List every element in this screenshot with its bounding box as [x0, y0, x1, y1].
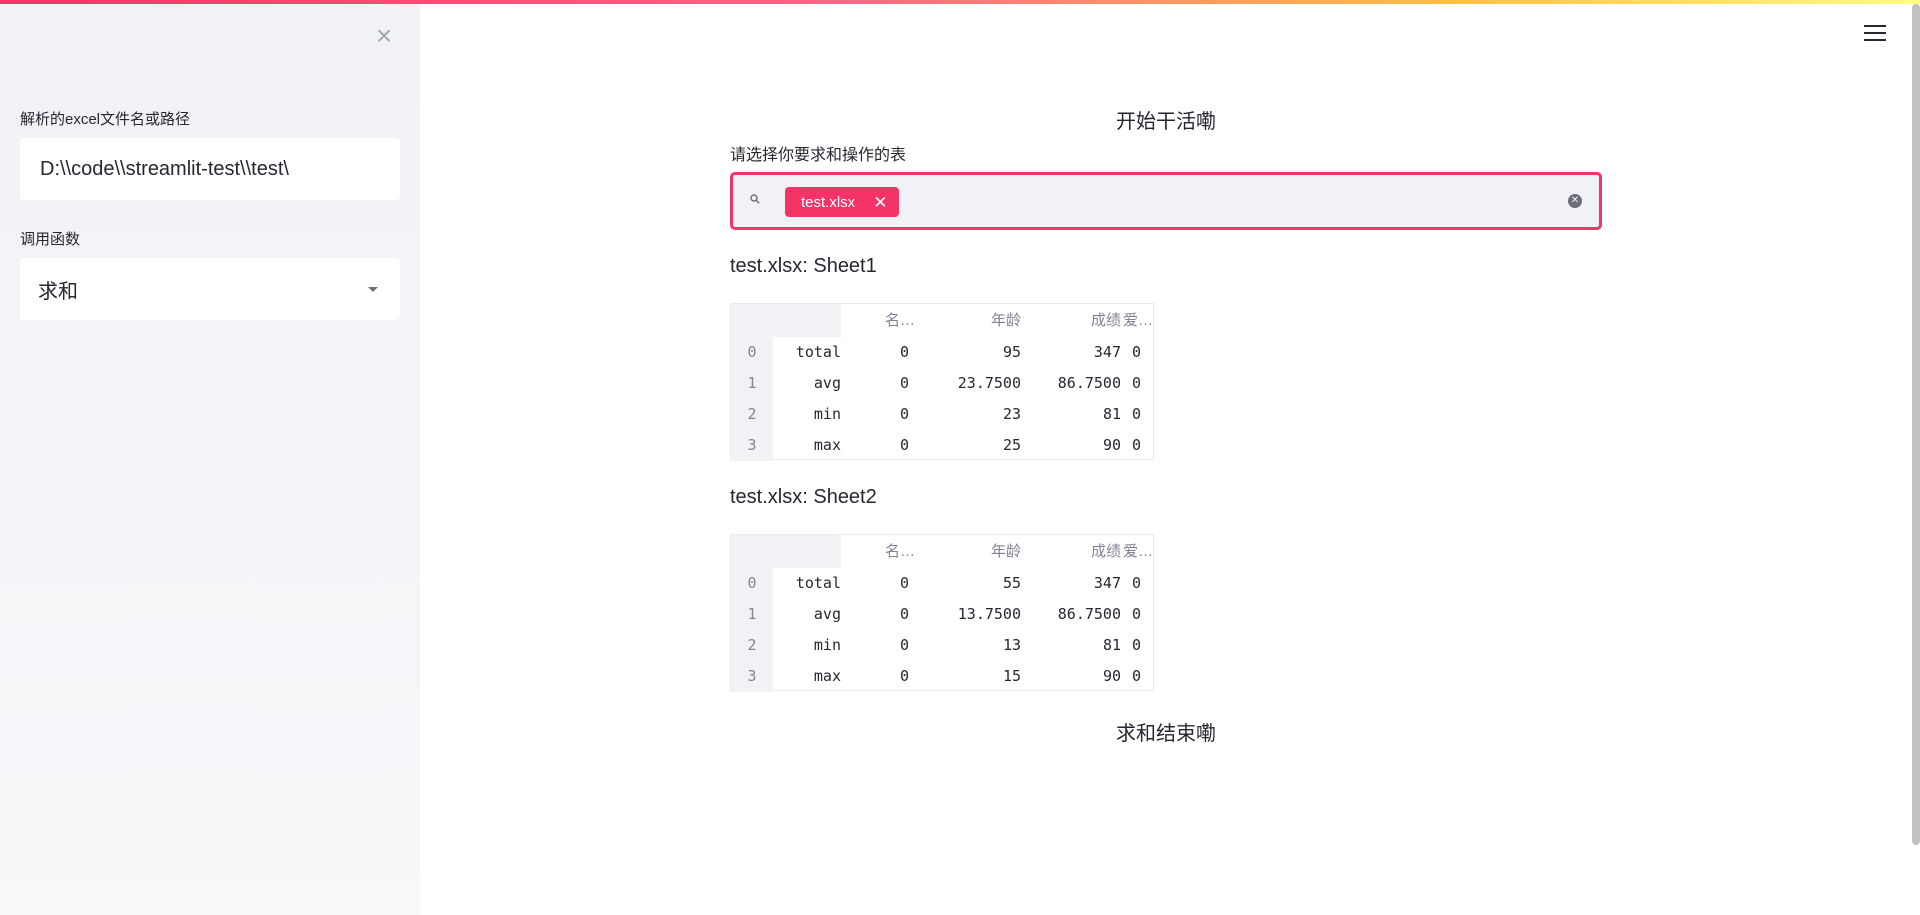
table-cell: 90	[1102, 667, 1121, 685]
sheet-title: test.xlsx: Sheet2	[730, 486, 877, 508]
table-cell: min	[813, 405, 841, 423]
row-index: 0	[731, 568, 773, 599]
file-path-input[interactable]: D:\\code\\streamlit-test\\test\	[20, 138, 400, 200]
row-index: 0	[731, 337, 773, 368]
table-cell: 0	[899, 405, 909, 423]
file-path-label: 解析的excel文件名或路径	[20, 111, 191, 128]
table-cell: 95	[1002, 343, 1021, 361]
table-cell: total	[795, 574, 841, 592]
table-cell: 90	[1102, 436, 1121, 454]
column-header[interactable]: 成绩	[1021, 304, 1121, 337]
table-cell: 0	[899, 436, 909, 454]
chevron-down-icon	[368, 286, 378, 292]
table-row: 2 min 0 23 81 0	[731, 399, 1153, 430]
table-cell: 13.7500	[957, 605, 1021, 623]
sidebar: × 解析的excel文件名或路径 D:\\code\\streamlit-tes…	[0, 4, 420, 915]
dataframe-header: 名… 年龄 成绩 爱…	[731, 304, 1153, 337]
table-cell: 86.7500	[1057, 374, 1121, 392]
selected-tag-label: test.xlsx	[801, 193, 856, 211]
column-header[interactable]: 成绩	[1021, 535, 1121, 568]
table-row: 0 total 0 95 347 0	[731, 337, 1153, 368]
table-cell: 347	[1093, 343, 1121, 361]
table-cell: 0	[1131, 405, 1141, 423]
row-index: 2	[731, 630, 773, 661]
dataframe[interactable]: 名… 年龄 成绩 爱… 0 total 0 55 347 0 1 avg 0 1…	[730, 534, 1154, 692]
remove-tag-icon[interactable]: ✕	[873, 194, 887, 211]
selected-tag[interactable]: test.xlsx ✕	[785, 187, 900, 217]
file-path-value: D:\\code\\streamlit-test\\test\	[40, 157, 289, 180]
start-heading: 开始干活嘞	[1116, 111, 1216, 133]
table-row: 3 max 0 25 90 0	[731, 430, 1153, 461]
table-cell: 23	[1002, 405, 1021, 423]
table-cell: min	[813, 636, 841, 654]
table-cell: 0	[1131, 436, 1141, 454]
table-cell: 55	[1002, 574, 1021, 592]
column-header[interactable]: 爱…	[1121, 304, 1153, 337]
row-index: 3	[731, 430, 773, 461]
row-index: 2	[731, 399, 773, 430]
column-header[interactable]: 年龄	[921, 535, 1021, 568]
table-cell: 0	[899, 374, 909, 392]
sheet-title: test.xlsx: Sheet1	[730, 255, 877, 277]
column-header[interactable]: 爱…	[1121, 535, 1153, 568]
close-icon[interactable]: ×	[372, 22, 396, 50]
table-cell: avg	[813, 374, 841, 392]
table-cell: 0	[1131, 374, 1141, 392]
table-row: 3 max 0 15 90 0	[731, 661, 1153, 692]
table-cell: 0	[1131, 605, 1141, 623]
column-header[interactable]: 名…	[841, 535, 921, 568]
table-select-label: 请选择你要求和操作的表	[730, 147, 907, 164]
row-index: 1	[731, 599, 773, 630]
table-multiselect[interactable]: test.xlsx ✕ ✕	[730, 172, 1602, 230]
scrollbar[interactable]	[1912, 4, 1920, 845]
table-cell: 23.7500	[957, 374, 1021, 392]
table-cell: avg	[813, 605, 841, 623]
function-select-value: 求和	[38, 280, 78, 303]
table-row: 1 avg 0 23.7500 86.7500 0	[731, 368, 1153, 399]
menu-icon[interactable]	[1864, 22, 1886, 44]
search-icon	[750, 194, 760, 204]
column-header[interactable]: 名…	[841, 304, 921, 337]
table-cell: 86.7500	[1057, 605, 1121, 623]
clear-icon[interactable]: ✕	[1568, 194, 1582, 208]
table-cell: 0	[899, 636, 909, 654]
column-header[interactable]: 年龄	[921, 304, 1021, 337]
row-index: 1	[731, 368, 773, 399]
table-row: 0 total 0 55 347 0	[731, 568, 1153, 599]
table-cell: 81	[1102, 636, 1121, 654]
table-cell: 347	[1093, 574, 1121, 592]
table-cell: 15	[1002, 667, 1021, 685]
dataframe[interactable]: 名… 年龄 成绩 爱… 0 total 0 95 347 0 1 avg 0 2…	[730, 303, 1154, 461]
table-cell: 0	[899, 667, 909, 685]
function-label: 调用函数	[20, 231, 81, 248]
function-select[interactable]: 求和	[20, 258, 400, 320]
table-cell: 0	[899, 605, 909, 623]
table-cell: total	[795, 343, 841, 361]
table-cell: max	[813, 667, 841, 685]
end-heading: 求和结束嘞	[1116, 723, 1216, 745]
dataframe-header: 名… 年龄 成绩 爱…	[731, 535, 1153, 568]
table-row: 2 min 0 13 81 0	[731, 630, 1153, 661]
table-cell: 0	[1131, 636, 1141, 654]
table-cell: 81	[1102, 405, 1121, 423]
table-cell: 0	[899, 574, 909, 592]
table-cell: 13	[1002, 636, 1021, 654]
table-cell: 0	[1131, 343, 1141, 361]
table-cell: 0	[899, 343, 909, 361]
table-row: 1 avg 0 13.7500 86.7500 0	[731, 599, 1153, 630]
table-cell: 25	[1002, 436, 1021, 454]
table-cell: 0	[1131, 574, 1141, 592]
table-cell: 0	[1131, 667, 1141, 685]
table-cell: max	[813, 436, 841, 454]
row-index: 3	[731, 661, 773, 692]
